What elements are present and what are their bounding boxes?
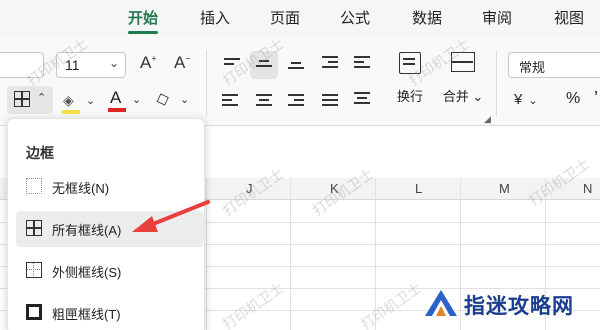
chevron-up-icon: ⌃ (37, 92, 47, 104)
align-left-icon[interactable] (222, 94, 238, 108)
decrease-indent-icon[interactable] (322, 56, 338, 70)
menu-item-label: 粗匣框线(T) (52, 307, 121, 322)
no-border-icon (26, 178, 42, 194)
column-header-n[interactable]: N (583, 181, 592, 196)
menu-item-label: 无框线(N) (52, 181, 110, 196)
merge-label-text: 合并 (442, 89, 469, 104)
menu-item-outside-borders[interactable]: 外侧框线(S) (16, 253, 204, 289)
ribbon-divider (496, 50, 497, 116)
tab-data[interactable]: 数据 (412, 7, 442, 28)
tab-review[interactable]: 审阅 (482, 7, 512, 28)
ribbon-tab-bar: 开始 插入 页面 公式 数据 审阅 视图 (0, 0, 600, 36)
font-color-button[interactable]: A ⌄ (106, 88, 146, 116)
annotation-arrow-icon (132, 200, 210, 232)
increase-indent-icon[interactable] (354, 56, 370, 70)
distributed-align-icon[interactable] (354, 92, 370, 106)
currency-symbol: ¥ (514, 91, 523, 108)
column-header-m[interactable]: M (499, 181, 510, 196)
paint-bucket-icon: ◈ (63, 92, 74, 108)
merge-cells-label: 合并 ⌄ (438, 86, 488, 105)
chevron-down-icon: ⌄ (132, 94, 142, 106)
number-format-value: 常规 (519, 60, 546, 75)
plus-icon: + (151, 53, 157, 64)
comma-format-button[interactable]: ’ (594, 88, 598, 109)
chevron-down-icon: ⌄ (86, 95, 96, 107)
thick-box-border-icon (26, 304, 42, 320)
grid-line (290, 178, 291, 330)
clear-format-button[interactable]: ◇ ⌄ (152, 87, 196, 115)
fill-color-swatch (62, 110, 80, 114)
percent-format-button[interactable]: % (566, 90, 580, 108)
menu-item-label: 所有框线(A) (52, 223, 122, 238)
menu-item-label: 外侧框线(S) (52, 265, 122, 280)
fill-color-button[interactable]: ◈ ⌄ (60, 92, 100, 118)
chevron-down-icon: ⌄ (180, 94, 190, 106)
align-right-icon[interactable] (288, 94, 304, 108)
all-borders-icon (14, 91, 30, 107)
chevron-down-icon: ⌄ (108, 56, 119, 70)
font-color-icon: A (110, 88, 122, 107)
minus-icon: − (185, 53, 191, 64)
tab-insert[interactable]: 插入 (200, 7, 230, 28)
increase-font-size-button[interactable]: A+ (140, 53, 157, 73)
grow-font-label: A (140, 53, 152, 72)
shrink-font-label: A (174, 53, 186, 72)
site-logo: 指迷攻略网 (424, 284, 600, 324)
all-borders-icon (26, 220, 42, 236)
decrease-font-size-button[interactable]: A− (174, 53, 191, 73)
wrap-text-label: 换行 (396, 89, 423, 104)
eraser-icon: ◇ (152, 87, 172, 110)
borders-button[interactable]: ⌃ (7, 86, 53, 114)
borders-menu-title: 边框 (26, 145, 54, 161)
tab-home[interactable]: 开始 (128, 7, 158, 28)
logo-mark-icon (425, 290, 457, 316)
outside-borders-icon (26, 262, 42, 278)
tab-view[interactable]: 视图 (554, 7, 584, 28)
column-header-l[interactable]: L (415, 181, 422, 196)
justify-icon[interactable] (322, 94, 338, 108)
tab-formulas[interactable]: 公式 (340, 7, 370, 28)
menu-item-thick-box-border[interactable]: 粗匣框线(T) (16, 295, 204, 330)
align-center-icon[interactable] (256, 94, 272, 108)
chevron-down-icon: ⌄ (528, 95, 538, 107)
active-tab-indicator (128, 31, 158, 34)
chevron-down-icon: ⌄ (472, 89, 484, 104)
font-color-swatch (108, 108, 126, 112)
dialog-launcher-icon[interactable]: ◢ (484, 114, 491, 125)
number-format-select[interactable]: 常规 (508, 52, 600, 78)
site-logo-text: 指迷攻略网 (464, 294, 574, 318)
tab-page[interactable]: 页面 (270, 7, 300, 28)
align-bottom-icon[interactable] (288, 62, 304, 76)
currency-format-button[interactable]: ¥ ⌄ (514, 91, 538, 108)
ribbon-divider (206, 50, 207, 116)
